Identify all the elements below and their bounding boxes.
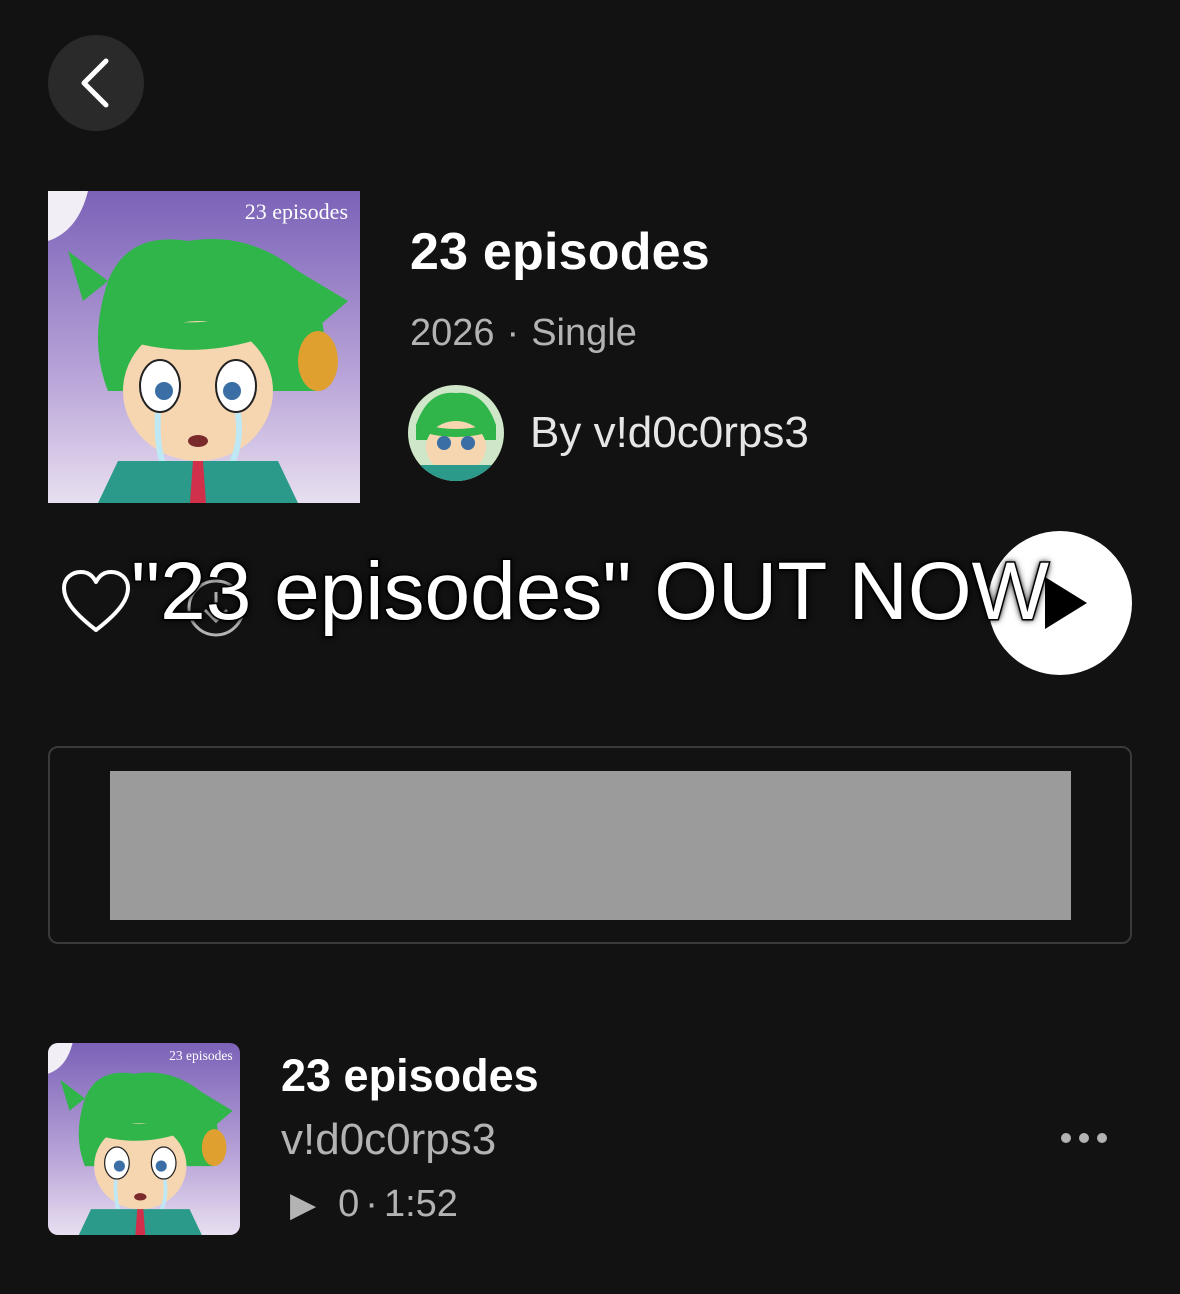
meta-separator: · (506, 312, 520, 354)
play-count-icon: ▶ (290, 1185, 317, 1224)
track-cover-art: 23 episodes (48, 1043, 240, 1235)
banner-placeholder (110, 771, 1071, 920)
track-title[interactable]: 23 episodes (281, 1050, 539, 1102)
track-cover[interactable]: 23 episodes (48, 1043, 240, 1235)
album-cover: 23 episodes (48, 191, 360, 503)
track-artist[interactable]: v!d0c0rps3 (281, 1115, 496, 1165)
track-cover-caption: 23 episodes (169, 1048, 232, 1063)
album-cover-caption: 23 episodes (245, 199, 348, 224)
track-duration: 1:52 (383, 1183, 458, 1225)
artist-link[interactable]: By v!d0c0rps3 (530, 408, 809, 458)
back-button[interactable] (48, 35, 144, 131)
more-horizontal-icon (1061, 1133, 1107, 1143)
overlay-caption: "23 episodes" OUT NOW (129, 545, 1050, 639)
album-meta: 2026 · Single (410, 312, 637, 355)
album-year: 2026 (410, 312, 495, 354)
chevron-left-icon (81, 58, 109, 108)
artist-avatar-art (408, 385, 504, 481)
album-type: Single (531, 312, 637, 354)
artist-avatar[interactable] (408, 385, 504, 481)
album-title: 23 episodes (410, 223, 710, 281)
play-count: 0 (338, 1183, 360, 1225)
album-cover-art: 23 episodes (48, 191, 360, 503)
stats-separator: · (365, 1183, 378, 1225)
track-stats: ▶ 0 · 1:52 (290, 1183, 458, 1226)
more-options-button[interactable] (1058, 1120, 1110, 1156)
